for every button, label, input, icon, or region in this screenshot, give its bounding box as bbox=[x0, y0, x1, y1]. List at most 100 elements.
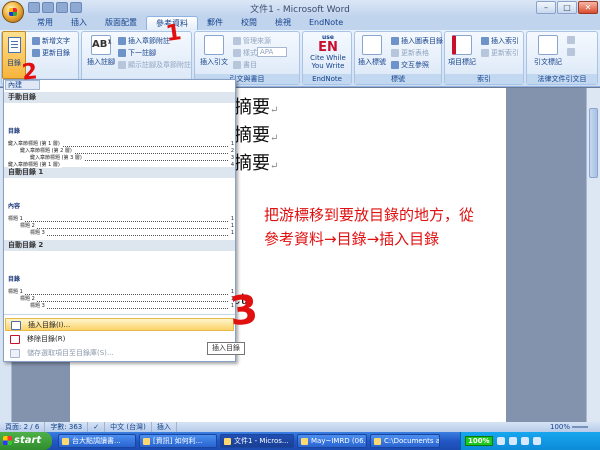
insert-table-figures-button[interactable]: 插入圖表目錄 bbox=[391, 36, 443, 46]
update-index-button[interactable]: 更新索引 bbox=[481, 48, 519, 58]
tooltip: 插入目錄 bbox=[207, 342, 245, 355]
step-3-annotation: 3 bbox=[228, 286, 260, 336]
taskbar-item[interactable]: May~IMRD (06... bbox=[297, 434, 367, 448]
mark-citation-button[interactable]: 引文標記 bbox=[533, 35, 563, 67]
taskbar-items: 台大點調讀書... [資訊] 如何利... 文件1 - Micros... Ma… bbox=[58, 434, 440, 448]
instruction-annotation: 把游標移到要放目錄的地方，從 參考資料→目錄→插入目錄 bbox=[264, 206, 475, 248]
mark-entry-icon bbox=[452, 35, 472, 55]
window-controls: – □ ✕ bbox=[536, 1, 598, 14]
close-button[interactable]: ✕ bbox=[578, 1, 598, 14]
mark-entry-button[interactable]: 項目標記 bbox=[447, 35, 477, 67]
taskbar-item-active[interactable]: 文件1 - Micros... bbox=[220, 434, 294, 448]
zoom-level[interactable]: 100% bbox=[550, 422, 570, 432]
taskbar-item[interactable]: [資訊] 如何利... bbox=[139, 434, 217, 448]
bibliography-button[interactable]: 書目 bbox=[233, 60, 257, 70]
toc-preview-entry: 標題 21 bbox=[20, 296, 234, 302]
toc-preview-title: 內容 bbox=[8, 203, 21, 210]
save-selection-menu-item[interactable]: 儲存選取項目至目錄庫(S)... bbox=[5, 347, 234, 360]
taskbar-item[interactable]: 台大點調讀書... bbox=[58, 434, 136, 448]
tab-review[interactable]: 校閱 bbox=[232, 16, 266, 30]
toc-preview-entry: 鍵入章節標題 (第 3 層) 3 bbox=[30, 155, 234, 161]
tab-view[interactable]: 檢視 bbox=[266, 16, 300, 30]
minimize-button[interactable]: – bbox=[536, 1, 556, 14]
footnote-icon: AB¹ bbox=[91, 35, 112, 55]
maximize-button[interactable]: □ bbox=[557, 1, 577, 14]
style-select[interactable]: APA bbox=[257, 47, 287, 57]
endnote-logo-icon: EN bbox=[318, 40, 338, 55]
add-text-button[interactable]: 新增文字 bbox=[32, 36, 70, 46]
scrollbar-thumb[interactable] bbox=[589, 108, 598, 178]
manage-sources-icon bbox=[233, 37, 241, 45]
citations-group: 插入引文 管理來源 樣式 APA 書目 引文與書目 bbox=[194, 31, 300, 85]
insert-caption-button[interactable]: 插入標號 bbox=[357, 35, 387, 67]
auto-toc-2-option[interactable]: 目錄 標題 11 標題 21 標題 31 bbox=[8, 274, 234, 310]
manage-sources-button[interactable]: 管理來源 bbox=[233, 36, 271, 46]
toc-preview-entry: 標題 11 bbox=[8, 289, 234, 295]
toa-group-label: 法律文件引文目 bbox=[527, 74, 597, 84]
insert-mode[interactable]: 插入 bbox=[152, 422, 177, 432]
antivirus-icon[interactable] bbox=[520, 437, 529, 445]
tab-mailings[interactable]: 郵件 bbox=[198, 16, 232, 30]
insert-toa-button[interactable] bbox=[567, 36, 575, 44]
show-notes-button[interactable]: 顯示註腳及章節附註 bbox=[118, 60, 191, 70]
tab-page-layout[interactable]: 版面配置 bbox=[96, 16, 146, 30]
auto-toc-2-header: 自動目錄 2 bbox=[4, 240, 235, 251]
update-table-button[interactable]: 更新表格 bbox=[391, 48, 429, 58]
office-button[interactable] bbox=[2, 1, 24, 23]
insert-citation-button[interactable]: 插入引文 bbox=[199, 35, 229, 67]
insert-index-button[interactable]: 插入索引 bbox=[481, 36, 519, 46]
next-footnote-icon bbox=[118, 49, 126, 57]
start-button[interactable]: start bbox=[0, 432, 52, 450]
add-text-icon bbox=[32, 37, 40, 45]
tab-home[interactable]: 常用 bbox=[28, 16, 62, 30]
cross-reference-button[interactable]: 交互參照 bbox=[391, 60, 429, 70]
update-toa-button[interactable] bbox=[567, 48, 575, 56]
auto-toc-1-option[interactable]: 內容 標題 11 標題 21 標題 31 bbox=[8, 201, 234, 237]
toc-icon bbox=[8, 37, 21, 53]
update-index-icon bbox=[481, 49, 489, 57]
step-1-annotation: 1 bbox=[164, 20, 183, 47]
language-indicator[interactable]: 中文 (台灣) bbox=[105, 422, 152, 432]
captions-group: 插入標號 插入圖表目錄 更新表格 交互參照 標號 bbox=[354, 31, 443, 85]
update-table-icon bbox=[391, 49, 399, 57]
word-count[interactable]: 字數: 363 bbox=[45, 422, 89, 432]
mark-citation-icon bbox=[538, 35, 558, 55]
manual-toc-option[interactable]: 目錄 鍵入章節標題 (第 1 層) 1 鍵入章節標題 (第 2 層) 2 鍵入章節標… bbox=[8, 126, 234, 169]
vertical-scrollbar[interactable] bbox=[586, 88, 600, 422]
auto-toc-1-header: 自動目錄 1 bbox=[4, 167, 235, 178]
toc-preview-entry: 標題 31 bbox=[30, 230, 234, 236]
toc-preview-entry: 標題 21 bbox=[20, 223, 234, 229]
network-icon[interactable] bbox=[496, 437, 505, 445]
update-toa-icon bbox=[567, 48, 575, 56]
paragraph-mark-icon: ↵ bbox=[270, 133, 279, 144]
save-to-gallery-icon bbox=[10, 349, 20, 358]
next-footnote-button[interactable]: 下一註腳 bbox=[118, 48, 156, 58]
toc-preview-entry: 標題 31 bbox=[30, 303, 234, 309]
page-count[interactable]: 頁面: 2 / 6 bbox=[0, 422, 46, 432]
tray-percent[interactable]: 100% bbox=[465, 436, 493, 446]
window-title: 文件1 - Microsoft Word bbox=[250, 5, 350, 15]
style-icon bbox=[233, 49, 241, 57]
toc-preview-title: 目錄 bbox=[8, 276, 21, 283]
taskbar-item[interactable]: C:\Documents a... bbox=[370, 434, 440, 448]
volume-icon[interactable] bbox=[508, 437, 517, 445]
toc-preview-entry: 標題 11 bbox=[8, 216, 234, 222]
language-bar-icon[interactable] bbox=[532, 437, 541, 445]
cross-reference-icon bbox=[391, 61, 399, 69]
update-toc-button[interactable]: 更新目錄 bbox=[32, 48, 70, 58]
index-group-label: 索引 bbox=[445, 74, 523, 84]
insert-footnote-button[interactable]: AB¹ 插入註腳 bbox=[86, 35, 116, 67]
insert-toc-menu-item[interactable]: 插入目錄(I)... bbox=[5, 318, 234, 331]
taskbar: start 台大點調讀書... [資訊] 如何利... 文件1 - Micros… bbox=[0, 432, 600, 450]
proofing-icon[interactable]: ✓ bbox=[88, 422, 106, 432]
insert-endnote-button[interactable]: 插入章節附註 bbox=[118, 36, 170, 46]
tab-insert[interactable]: 插入 bbox=[62, 16, 96, 30]
tab-endnote[interactable]: EndNote bbox=[300, 16, 352, 30]
document-line: 摘要↵ bbox=[234, 97, 279, 118]
menu-divider bbox=[4, 314, 235, 315]
zoom-slider[interactable] bbox=[572, 426, 588, 428]
remove-toc-menu-item[interactable]: 移除目錄(R) bbox=[5, 333, 234, 346]
step-2-annotation: 2 bbox=[20, 59, 39, 86]
cite-while-you-write-button[interactable]: use EN Cite While You Write bbox=[306, 35, 350, 71]
manual-toc-header: 手動目錄 bbox=[4, 92, 235, 103]
